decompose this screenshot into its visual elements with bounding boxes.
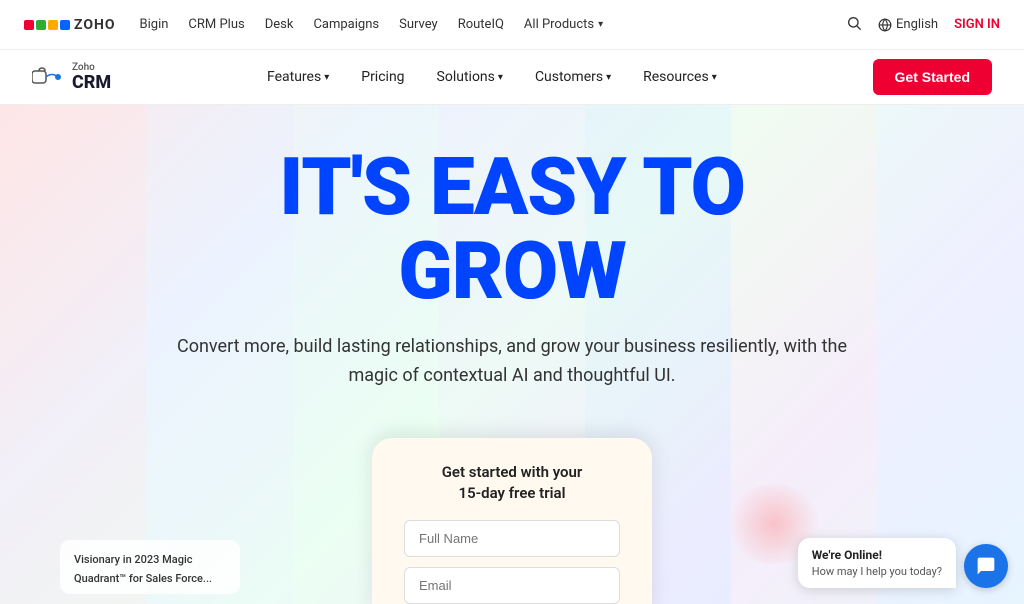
zoho-logo-squares <box>24 20 70 30</box>
nav-desk[interactable]: Desk <box>265 17 294 32</box>
nav-crm-plus[interactable]: CRM Plus <box>188 17 244 32</box>
resources-label: Resources <box>643 69 709 85</box>
solutions-label: Solutions <box>437 69 495 85</box>
all-products-label: All Products <box>524 17 594 32</box>
nav-features[interactable]: Features ▾ <box>267 69 329 85</box>
solutions-chevron-icon: ▾ <box>498 72 503 83</box>
crm-logo-icon <box>32 67 64 87</box>
chat-bubble-title: We're Online! <box>812 548 942 562</box>
pricing-label: Pricing <box>361 69 404 85</box>
hero-title: IT'S EASY TO GROW <box>172 145 852 313</box>
trial-card: Get started with your 15-day free trial <box>372 438 652 604</box>
top-bar-left: ZOHO Bigin CRM Plus Desk Campaigns Surve… <box>24 17 603 33</box>
crm-logo-crm: CRM <box>72 73 111 93</box>
customers-chevron-icon: ▾ <box>606 72 611 83</box>
stripe-1 <box>0 105 146 604</box>
search-icon <box>846 15 862 31</box>
logo-sq-blue <box>60 20 70 30</box>
zoho-logo-text: ZOHO <box>74 17 116 33</box>
nav-campaigns[interactable]: Campaigns <box>313 17 379 32</box>
stripe-7 <box>878 105 1024 604</box>
nav-resources[interactable]: Resources ▾ <box>643 69 717 85</box>
trial-card-title: Get started with your 15-day free trial <box>404 462 620 504</box>
secondary-nav: Zoho CRM Features ▾ Pricing Solutions ▾ … <box>0 50 1024 105</box>
crm-logo-zoho: Zoho <box>72 62 111 73</box>
chat-widget: We're Online! How may I help you today? <box>798 538 1008 588</box>
logo-sq-red <box>24 20 34 30</box>
trial-title-line1: Get started with your <box>442 463 583 481</box>
language-button[interactable]: English <box>878 17 938 32</box>
email-input[interactable] <box>404 567 620 604</box>
hero-title-line1: IT'S EASY TO <box>279 140 745 234</box>
search-button[interactable] <box>846 15 862 35</box>
resources-chevron-icon: ▾ <box>712 72 717 83</box>
crm-logo-text: Zoho CRM <box>72 62 111 93</box>
sign-in-button[interactable]: SIGN IN <box>954 17 1000 32</box>
bottom-badge: Visionary in 2023 Magic Quadrant™ for Sa… <box>60 540 240 594</box>
hero-section: IT'S EASY TO GROW Convert more, build la… <box>0 105 1024 604</box>
trial-title-line2: 15-day free trial <box>459 484 566 502</box>
nav-solutions[interactable]: Solutions ▾ <box>437 69 503 85</box>
hero-title-line2: GROW <box>398 224 625 318</box>
chat-button[interactable] <box>964 544 1008 588</box>
logo-sq-green <box>36 20 46 30</box>
hero-subtitle: Convert more, build lasting relationship… <box>172 333 852 391</box>
nav-survey[interactable]: Survey <box>399 17 438 32</box>
top-nav: Bigin CRM Plus Desk Campaigns Survey Rou… <box>140 17 604 32</box>
sec-nav-links: Features ▾ Pricing Solutions ▾ Customers… <box>267 69 717 85</box>
top-bar-right: English SIGN IN <box>846 15 1000 35</box>
crm-logo[interactable]: Zoho CRM <box>32 62 111 93</box>
chat-bubble: We're Online! How may I help you today? <box>798 538 956 588</box>
nav-customers[interactable]: Customers ▾ <box>535 69 611 85</box>
bottom-badge-text: Visionary in 2023 Magic Quadrant™ for Sa… <box>74 553 212 585</box>
hero-content: IT'S EASY TO GROW Convert more, build la… <box>152 145 872 423</box>
full-name-input[interactable] <box>404 520 620 557</box>
nav-pricing[interactable]: Pricing <box>361 69 404 85</box>
get-started-button[interactable]: Get Started <box>873 59 992 95</box>
language-label: English <box>896 17 938 32</box>
logo-sq-yellow <box>48 20 58 30</box>
top-bar: ZOHO Bigin CRM Plus Desk Campaigns Surve… <box>0 0 1024 50</box>
zoho-logo[interactable]: ZOHO <box>24 17 116 33</box>
nav-routeiq[interactable]: RouteIQ <box>458 17 504 32</box>
all-products-chevron-icon: ▾ <box>598 19 603 30</box>
nav-bigin[interactable]: Bigin <box>140 17 169 32</box>
features-label: Features <box>267 69 321 85</box>
chat-icon <box>976 556 996 576</box>
features-chevron-icon: ▾ <box>324 72 329 83</box>
chat-bubble-message: How may I help you today? <box>812 565 942 578</box>
customers-label: Customers <box>535 69 603 85</box>
globe-icon <box>878 18 892 32</box>
all-products-button[interactable]: All Products ▾ <box>524 17 603 32</box>
